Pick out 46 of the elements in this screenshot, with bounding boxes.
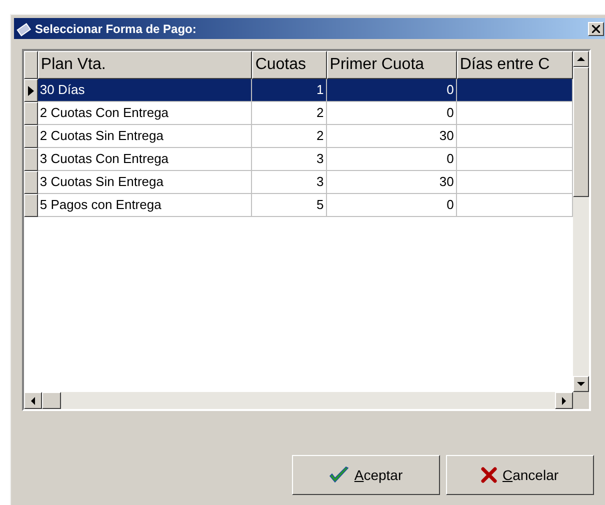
check-icon	[329, 466, 350, 484]
table-cell: 30 Días	[38, 79, 252, 102]
table-cell: 3 Cuotas Sin Entrega	[38, 171, 252, 194]
row-indicator[interactable]	[24, 102, 38, 125]
table-cell: 0	[326, 79, 457, 102]
close-icon	[592, 24, 600, 32]
scroll-thumb[interactable]	[42, 392, 61, 409]
accept-button[interactable]: Aceptar	[292, 455, 440, 495]
scrollbar-corner	[573, 392, 589, 409]
right-arrow-icon	[562, 396, 566, 404]
table-cell: 5	[252, 194, 327, 217]
close-button[interactable]	[588, 22, 604, 36]
vertical-scrollbar[interactable]	[573, 51, 589, 392]
table-cell: 1	[252, 79, 327, 102]
table-cell: 2 Cuotas Con Entrega	[38, 102, 252, 125]
window-title: Seleccionar Forma de Pago:	[35, 20, 196, 38]
scroll-thumb[interactable]	[573, 67, 589, 197]
table-cell: 3 Cuotas Con Entrega	[38, 148, 252, 171]
row-indicator[interactable]	[24, 148, 38, 171]
row-indicator[interactable]	[24, 171, 38, 194]
horizontal-scrollbar[interactable]	[24, 392, 573, 409]
table-cell: 5 Pagos con Entrega	[38, 194, 252, 217]
table-cell: 30	[326, 125, 457, 148]
table-cell: 2	[252, 102, 327, 125]
column-header[interactable]: Días entre C	[456, 51, 573, 79]
row-indicator[interactable]	[24, 125, 38, 148]
table-cell: 30	[326, 171, 457, 194]
table-cell: 0	[326, 194, 457, 217]
table-cell: 3	[252, 148, 327, 171]
cancel-button[interactable]: Cancelar	[446, 455, 594, 495]
up-arrow-icon	[577, 57, 585, 61]
table-cell: 2 Cuotas Sin Entrega	[38, 125, 252, 148]
card-icon	[16, 20, 32, 36]
table-cell: 0	[326, 102, 457, 125]
column-header[interactable]: Primer Cuota	[326, 51, 457, 79]
row-pointer-icon	[28, 86, 34, 96]
cross-icon	[481, 467, 498, 483]
column-header[interactable]: Plan Vta.	[38, 51, 252, 79]
table-cell: 3	[252, 171, 327, 194]
column-header[interactable]: Cuotas	[252, 51, 327, 79]
row-indicator[interactable]	[24, 194, 38, 217]
table-cell: 2	[252, 125, 327, 148]
table-cell: 0	[326, 148, 457, 171]
row-indicator[interactable]	[24, 79, 38, 102]
left-arrow-icon	[31, 396, 35, 404]
down-arrow-icon	[577, 382, 585, 386]
